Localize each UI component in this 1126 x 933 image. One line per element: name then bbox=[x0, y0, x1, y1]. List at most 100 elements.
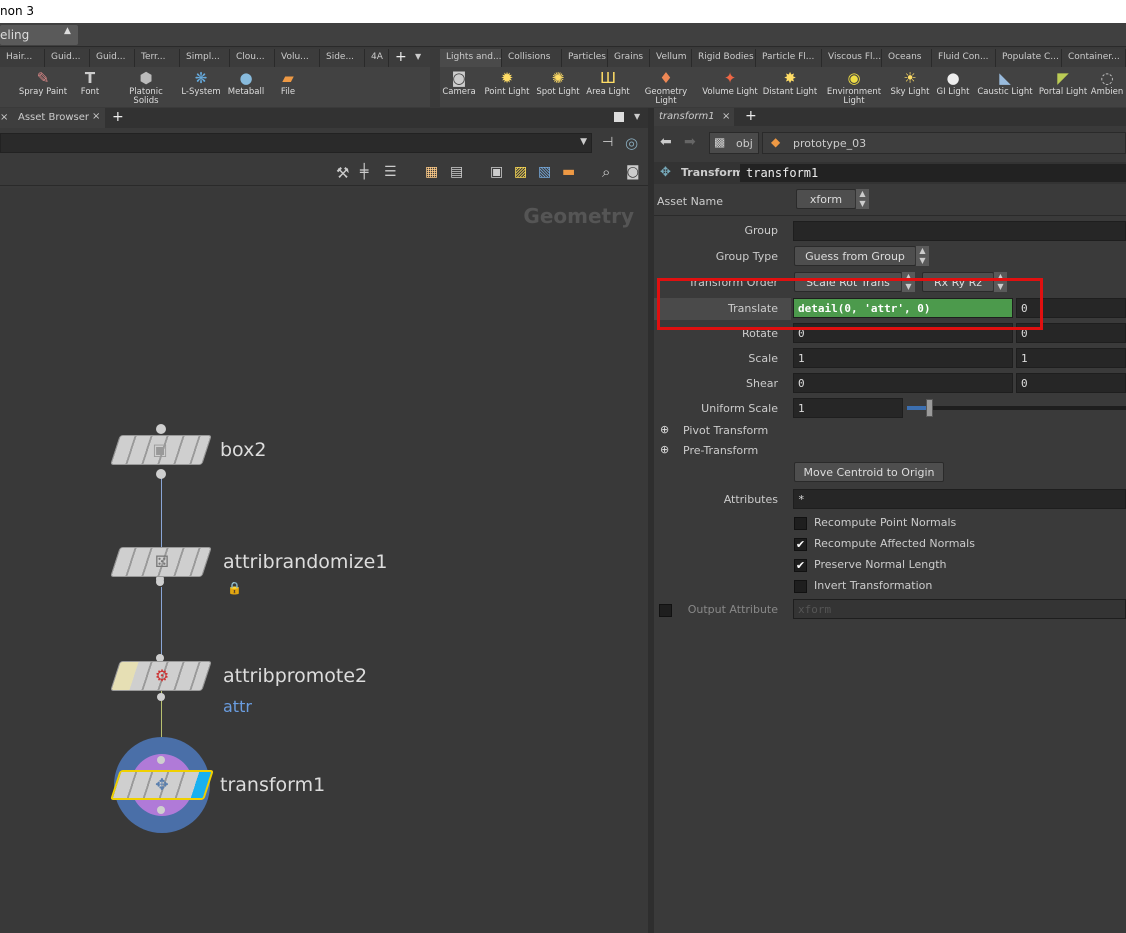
tools-icon[interactable]: ⚒ bbox=[336, 164, 349, 182]
link-icon[interactable]: ◎ bbox=[625, 134, 638, 152]
shelf-tool-gi-light[interactable]: ● GI Light bbox=[925, 67, 981, 107]
background-image-icon[interactable]: ▧ bbox=[538, 164, 551, 180]
shelf-tab[interactable]: Vellum bbox=[650, 49, 692, 67]
shelf-tab[interactable]: Rigid Bodies bbox=[692, 49, 756, 67]
move-centroid-button[interactable]: Move Centroid to Origin bbox=[794, 462, 944, 482]
output-connector[interactable] bbox=[156, 469, 166, 479]
group-type-menu[interactable]: Guess from Group bbox=[794, 246, 916, 266]
tab-asset-browser[interactable]: Asset Browser × bbox=[10, 108, 105, 128]
pane-tab-close-icon[interactable]: × bbox=[0, 108, 10, 128]
output-connector[interactable] bbox=[157, 693, 165, 701]
breadcrumb-node[interactable]: ◆ prototype_03 bbox=[762, 132, 1126, 154]
shelf-tool-portal-light[interactable]: ◤ Portal Light bbox=[1035, 67, 1091, 107]
updown-arrows-icon[interactable]: ▲ ▼ bbox=[855, 189, 869, 209]
shelf-tab[interactable]: Collisions bbox=[502, 49, 562, 67]
maximize-icon[interactable] bbox=[614, 112, 624, 122]
network-canvas[interactable]: Geometry ▣ box2 ⚄ attribrandomize1 🔒 ⚙ a… bbox=[0, 188, 648, 933]
shelf-tool-file[interactable]: ▰ File bbox=[260, 67, 316, 107]
shelf-tool[interactable]: ╱n bbox=[0, 67, 8, 107]
color-palette-icon[interactable]: ▦ bbox=[425, 164, 438, 180]
add-tab-icon[interactable]: + bbox=[112, 109, 124, 125]
add-tab-icon[interactable]: + bbox=[745, 108, 757, 124]
grid-icon[interactable]: ▤ bbox=[450, 164, 463, 180]
folder-icon[interactable]: ▬ bbox=[562, 164, 575, 180]
shelf-tab[interactable]: Viscous Fl... bbox=[822, 49, 882, 67]
shelf-tab[interactable]: Guid... bbox=[90, 49, 135, 67]
slider-handle[interactable] bbox=[925, 399, 933, 417]
shelf-tool-ambient[interactable]: ◌ Ambien bbox=[1088, 67, 1126, 107]
shelf-tab[interactable]: Fluid Con... bbox=[932, 49, 996, 67]
shelf-tab[interactable]: Simpl... bbox=[180, 49, 230, 67]
shelf-tab[interactable]: Clou... bbox=[230, 49, 275, 67]
close-icon[interactable]: × bbox=[92, 111, 100, 122]
preserve-normal-length-checkbox[interactable]: ✔ bbox=[794, 559, 807, 572]
shelf-tab[interactable]: Container... bbox=[1062, 49, 1126, 67]
pivot-transform-folder[interactable]: Pivot Transform bbox=[683, 424, 768, 437]
close-icon[interactable]: × bbox=[722, 111, 730, 122]
recompute-affected-normals-checkbox[interactable]: ✔ bbox=[794, 538, 807, 551]
breadcrumb-obj[interactable]: ▩ obj bbox=[709, 132, 759, 154]
shelf-tool-volume-light[interactable]: ✦ Volume Light bbox=[702, 67, 758, 107]
shear-x-field[interactable]: 0 bbox=[793, 373, 1013, 393]
uniform-scale-field[interactable]: 1 bbox=[793, 398, 903, 418]
input-connector[interactable] bbox=[157, 756, 165, 764]
shelf-tool-geometry-light[interactable]: ♦ Geometry Light bbox=[638, 67, 694, 107]
shelf-tab[interactable]: Guid... bbox=[45, 49, 90, 67]
output-connector[interactable] bbox=[156, 578, 164, 586]
attributes-field[interactable]: * bbox=[793, 489, 1126, 509]
tab-menu-icon[interactable]: ▼ bbox=[415, 52, 421, 61]
shelf-tab[interactable]: Terr... bbox=[135, 49, 180, 67]
scale-y-field[interactable]: 1 bbox=[1016, 348, 1126, 368]
desktop-selector[interactable]: eling ▲ bbox=[0, 25, 78, 45]
pane-menu-icon[interactable]: ▼ bbox=[634, 112, 640, 121]
shelf-tool-font[interactable]: T Font bbox=[62, 67, 118, 107]
back-icon[interactable]: ⬅ bbox=[660, 134, 672, 150]
shelf-tab[interactable]: Grains bbox=[608, 49, 650, 67]
input-connector[interactable] bbox=[156, 424, 166, 434]
tab-transform1[interactable]: transform1 × bbox=[654, 108, 734, 126]
eye-icon[interactable]: ◙ bbox=[626, 164, 640, 180]
shear-y-field[interactable]: 0 bbox=[1016, 373, 1126, 393]
shelf-tool-platonic[interactable]: ⬢ Platonic Solids bbox=[118, 67, 174, 107]
expand-plus-icon[interactable]: ⊕ bbox=[660, 443, 669, 456]
shelf-tool-spot-light[interactable]: ✺ Spot Light bbox=[530, 67, 586, 107]
shelf-tab[interactable]: Volu... bbox=[275, 49, 320, 67]
node-attribpromote2[interactable]: ⚙ attribpromote2 attr bbox=[110, 661, 435, 716]
pre-transform-folder[interactable]: Pre-Transform bbox=[683, 444, 758, 457]
shelf-tool-point-light[interactable]: ✹ Point Light bbox=[479, 67, 535, 107]
shelf-tab[interactable]: Oceans bbox=[882, 49, 932, 67]
shelf-tool-distant-light[interactable]: ✸ Distant Light bbox=[762, 67, 818, 107]
list-icon[interactable]: ☰ bbox=[384, 164, 397, 180]
shelf-tab[interactable]: Lights and... bbox=[440, 49, 502, 67]
uniform-scale-slider[interactable] bbox=[907, 399, 1126, 417]
shelf-tab[interactable]: Side... bbox=[320, 49, 365, 67]
search-icon[interactable]: ⌕ bbox=[602, 163, 610, 181]
shelf-tab[interactable]: Populate C... bbox=[996, 49, 1062, 67]
group-field[interactable] bbox=[793, 221, 1126, 241]
forward-icon[interactable]: ➡ bbox=[684, 134, 696, 150]
output-attribute-field[interactable]: xform bbox=[793, 599, 1126, 619]
path-field[interactable]: ▼ bbox=[0, 133, 592, 153]
scale-x-field[interactable]: 1 bbox=[793, 348, 1013, 368]
node-box2[interactable]: ▣ box2 bbox=[110, 435, 415, 467]
lock-icon[interactable]: 🔒 bbox=[227, 581, 242, 595]
network-box-icon[interactable]: ▣ bbox=[490, 164, 503, 180]
shelf-tool-caustic-light[interactable]: ◣ Caustic Light bbox=[977, 67, 1033, 107]
recompute-point-normals-checkbox[interactable] bbox=[794, 517, 807, 530]
updown-arrows-icon[interactable]: ▲ ▼ bbox=[915, 246, 929, 266]
expand-plus-icon[interactable]: ⊕ bbox=[660, 423, 669, 436]
add-tab-icon[interactable]: + bbox=[395, 49, 407, 65]
shelf-tab[interactable]: Particle Fl... bbox=[756, 49, 822, 67]
pin-icon[interactable]: ⊣ bbox=[602, 135, 613, 150]
output-connector[interactable] bbox=[157, 806, 165, 814]
node-transform1[interactable]: ✥ transform1 bbox=[110, 770, 435, 802]
shelf-tool-env-light[interactable]: ◉ Environment Light bbox=[826, 67, 882, 107]
sticky-note-icon[interactable]: ▨ bbox=[514, 164, 527, 180]
shelf-tool-area-light[interactable]: Ш Area Light bbox=[580, 67, 636, 107]
shelf-tab[interactable]: 4A bbox=[365, 49, 389, 67]
shelf-tab[interactable]: Hair... bbox=[0, 49, 45, 67]
layout-icon[interactable]: ╪ bbox=[360, 164, 368, 180]
invert-transformation-checkbox[interactable] bbox=[794, 580, 807, 593]
node-attribrandomize1[interactable]: ⚄ attribrandomize1 🔒 bbox=[110, 547, 435, 595]
asset-name-menu[interactable]: xform bbox=[796, 189, 856, 209]
